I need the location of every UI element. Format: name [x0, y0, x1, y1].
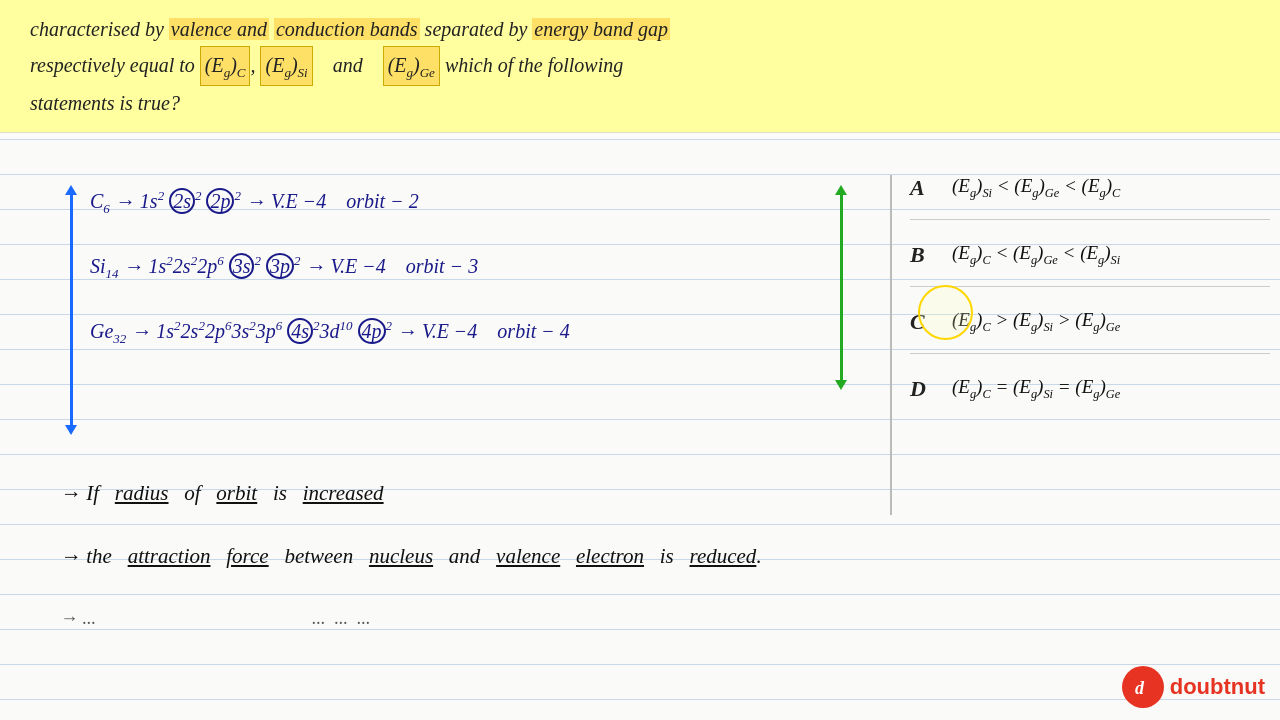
doubtnut-icon: d	[1122, 666, 1164, 708]
bottom-lines: → If radius of orbit is increased → the …	[60, 480, 762, 666]
options-divider	[890, 175, 892, 515]
highlight-energy-band-gap: energy band gap	[532, 18, 670, 40]
circle-4s: 4s	[287, 318, 313, 344]
circle-3p: 3p	[266, 253, 294, 279]
arrow-body	[70, 225, 73, 425]
arrow-up	[70, 195, 73, 225]
option-a-expr: (Eg)Si < (Eg)Ge < (Eg)C	[952, 175, 1120, 201]
box-eg-ge: (Eg)Ge	[383, 46, 440, 86]
content-lines: C6 → 1s2 2s2 2p2 → V.E −4 orbit − 2﻿ Si1…	[90, 188, 570, 375]
option-row-b: B (Eg)C < (Eg)Ge < (Eg)Si	[910, 242, 1270, 287]
main-container: characterised by valence and conduction …	[0, 0, 1280, 720]
option-b-label: B	[910, 242, 940, 268]
option-d-expr: (Eg)C = (Eg)Si = (Eg)Ge	[952, 376, 1120, 402]
options-panel: A (Eg)Si < (Eg)Ge < (Eg)C B (Eg)C < (Eg)…	[910, 175, 1270, 442]
header-line1: characterised by valence and conduction …	[30, 12, 1250, 46]
arrow-up-head	[65, 185, 77, 195]
circle-4p: 4p	[358, 318, 386, 344]
logo-container: d doubtnut	[1122, 666, 1265, 708]
option-d-label: D	[910, 376, 940, 402]
content-line-ge32: Ge32 → 1s22s22p63s23p6 4s23d10 4p2 → V.E…	[90, 318, 570, 345]
circle-2s: 2s	[169, 188, 195, 214]
bottom-line-1: → If radius of orbit is increased	[60, 480, 762, 507]
header-line2: respectively equal to (Eg)C, (Eg)Si and …	[30, 46, 1250, 86]
green-arrow-body	[840, 225, 843, 380]
header-section: characterised by valence and conduction …	[0, 0, 1280, 133]
green-arrow-up-head	[835, 185, 847, 195]
option-row-d: D (Eg)C = (Eg)Si = (Eg)Ge	[910, 376, 1270, 420]
header-line3: statements is true?	[30, 86, 1250, 120]
option-c-expr: (Eg)C > (Eg)Si > (Eg)Ge	[952, 309, 1120, 335]
content-line-si14: Si14 → 1s22s22p6 3s2 3p2 → V.E −4 orbit …	[90, 253, 570, 280]
svg-text:d: d	[1135, 678, 1145, 698]
green-arrow-up	[840, 195, 843, 225]
green-arrow-down-head	[835, 380, 847, 390]
doubtnut-svg: d	[1129, 673, 1157, 701]
circle-2p: 2p	[206, 188, 234, 214]
box-eg-si: (Eg)Si	[260, 46, 312, 86]
highlight-valence-and: valence and	[169, 18, 269, 40]
highlight-conduction-bands: conduction bands	[274, 18, 420, 40]
option-c-circle-highlight	[918, 285, 973, 340]
content-line-c6: C6 → 1s2 2s2 2p2 → V.E −4 orbit − 2	[90, 188, 570, 215]
option-row-a: A (Eg)Si < (Eg)Ge < (Eg)C	[910, 175, 1270, 220]
circle-3s: 3s	[229, 253, 255, 279]
bottom-line-2: → the attraction force between nucleus a…	[60, 543, 762, 570]
option-b-expr: (Eg)C < (Eg)Ge < (Eg)Si	[952, 242, 1120, 268]
bottom-line-3: → ... ... ... ...	[60, 607, 762, 630]
arrow-down-head	[65, 425, 77, 435]
option-a-label: A	[910, 175, 940, 201]
doubtnut-text: doubtnut	[1170, 674, 1265, 700]
box-eg-c: (Eg)C	[200, 46, 251, 86]
